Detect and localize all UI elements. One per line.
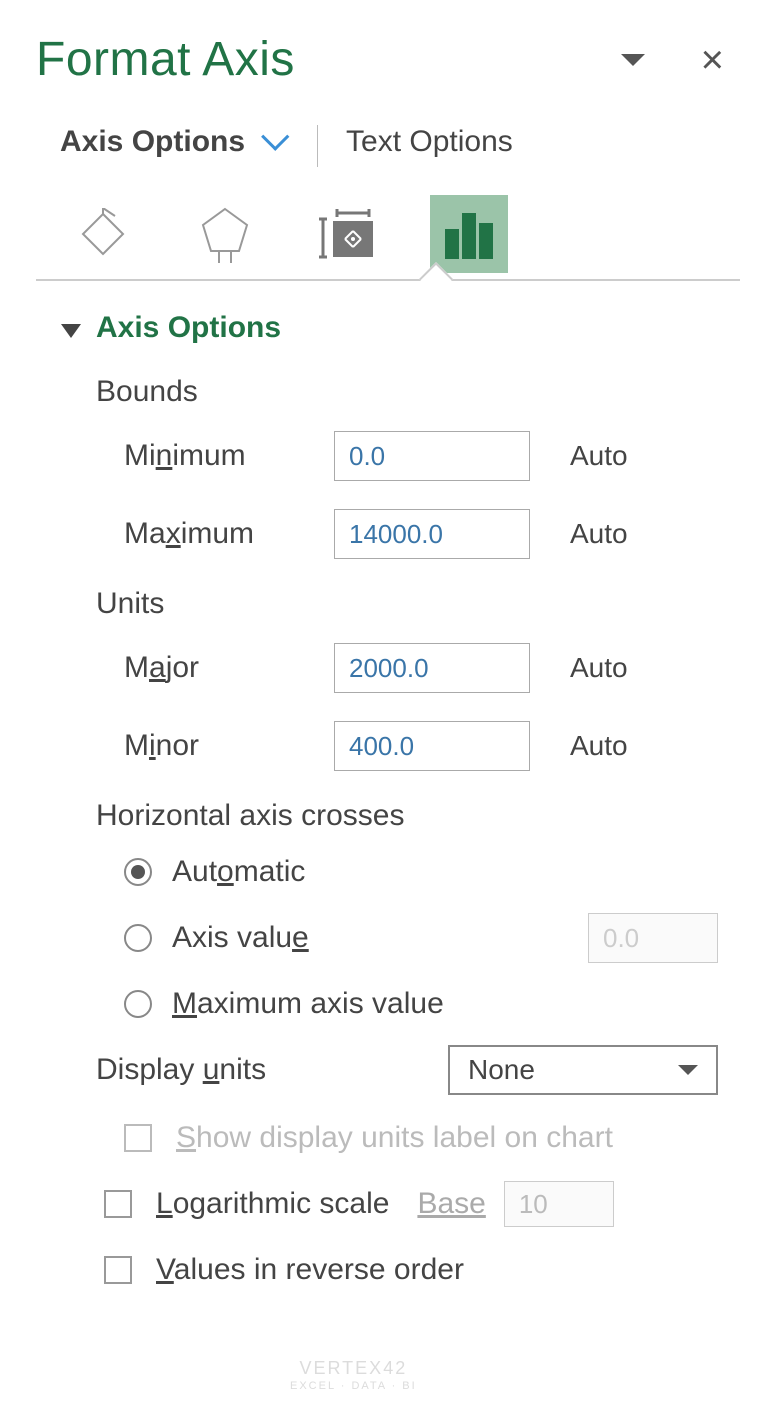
axis-value-label: Axis value bbox=[172, 921, 309, 955]
radio-maximum-axis-value[interactable] bbox=[124, 990, 152, 1018]
minimum-label: Minimum bbox=[124, 439, 334, 473]
minor-label: Minor bbox=[124, 729, 334, 763]
logarithmic-scale-checkbox[interactable] bbox=[104, 1190, 132, 1218]
divider bbox=[317, 125, 318, 167]
axis-options-icon[interactable] bbox=[430, 195, 508, 273]
fill-line-icon[interactable] bbox=[64, 195, 142, 273]
show-display-units-label: Show display units label on chart bbox=[176, 1121, 613, 1155]
units-label: Units bbox=[36, 587, 740, 621]
minimum-input[interactable] bbox=[334, 431, 530, 481]
bounds-label: Bounds bbox=[36, 375, 740, 409]
minimum-auto-button[interactable]: Auto bbox=[570, 440, 628, 472]
tab-text-options[interactable]: Text Options bbox=[346, 125, 513, 159]
values-reverse-order-label: Values in reverse order bbox=[156, 1253, 464, 1287]
display-units-select[interactable]: None bbox=[448, 1045, 718, 1095]
close-icon[interactable]: × bbox=[701, 40, 724, 80]
display-units-label: Display units bbox=[96, 1053, 266, 1087]
watermark: VERTEX42 EXCEL · DATA · BI bbox=[290, 1358, 417, 1393]
logarithmic-scale-label: Logarithmic scale bbox=[156, 1187, 389, 1221]
radio-automatic[interactable] bbox=[124, 858, 152, 886]
max-axis-value-label: Maximum axis value bbox=[172, 987, 444, 1021]
divider bbox=[36, 279, 740, 281]
radio-axis-value[interactable] bbox=[124, 924, 152, 952]
maximum-input[interactable] bbox=[334, 509, 530, 559]
collapse-icon bbox=[61, 324, 81, 338]
show-display-units-label-checkbox bbox=[124, 1124, 152, 1152]
minor-input[interactable] bbox=[334, 721, 530, 771]
size-properties-icon[interactable] bbox=[308, 195, 386, 273]
major-label: Major bbox=[124, 651, 334, 685]
maximum-label: Maximum bbox=[124, 517, 334, 551]
panel-title: Format Axis bbox=[36, 32, 295, 87]
base-input bbox=[504, 1181, 614, 1227]
base-label: Base bbox=[417, 1187, 485, 1221]
chevron-down-icon bbox=[678, 1065, 698, 1075]
major-auto-button[interactable]: Auto bbox=[570, 652, 628, 684]
minor-auto-button[interactable]: Auto bbox=[570, 730, 628, 762]
axis-value-input bbox=[588, 913, 718, 963]
crosses-label: Horizontal axis crosses bbox=[36, 799, 740, 833]
maximum-auto-button[interactable]: Auto bbox=[570, 518, 628, 550]
chevron-down-icon[interactable] bbox=[261, 123, 289, 151]
automatic-label: Automatic bbox=[172, 855, 305, 889]
task-pane-options-icon[interactable] bbox=[621, 54, 645, 66]
values-reverse-order-checkbox[interactable] bbox=[104, 1256, 132, 1284]
tab-axis-options[interactable]: Axis Options bbox=[60, 125, 245, 159]
section-axis-options[interactable]: Axis Options bbox=[36, 311, 740, 345]
effects-icon[interactable] bbox=[186, 195, 264, 273]
major-input[interactable] bbox=[334, 643, 530, 693]
